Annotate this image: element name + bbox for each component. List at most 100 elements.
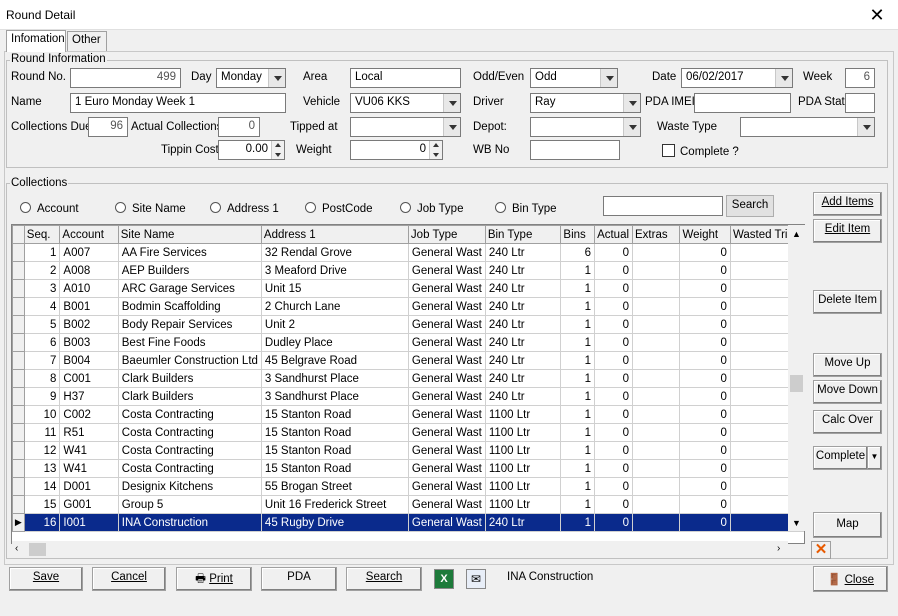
table-cell[interactable]: General Wast <box>407 315 486 334</box>
table-row[interactable]: ▶ 16 I001 INA Construction 45 Rugby Drive Gen… <box>12 513 804 532</box>
radio-address-1[interactable]: Address 1 <box>210 202 279 215</box>
table-cell[interactable]: 5 <box>23 315 61 334</box>
table-cell[interactable]: B003 <box>59 333 119 352</box>
table-cell[interactable]: Unit 2 <box>260 315 409 334</box>
table-cell[interactable]: 10 <box>23 405 61 424</box>
table-cell[interactable]: 1100 Ltr <box>484 459 562 478</box>
column-header[interactable]: Bins <box>560 225 596 244</box>
table-cell[interactable]: 45 Rugby Drive <box>260 513 409 532</box>
odd-even-select[interactable]: Odd <box>530 68 618 88</box>
radio-postcode[interactable]: PostCode <box>305 202 373 215</box>
radio-job-type[interactable]: Job Type <box>400 202 463 215</box>
spinner-arrows-icon[interactable] <box>271 141 284 159</box>
table-cell[interactable]: 0 <box>594 333 633 352</box>
table-cell[interactable] <box>729 297 798 316</box>
scroll-up-icon[interactable]: ▲ <box>792 229 801 239</box>
table-cell[interactable]: 0 <box>594 459 633 478</box>
chevron-down-icon[interactable] <box>268 69 285 87</box>
table-cell[interactable]: General Wast <box>407 351 486 370</box>
table-cell[interactable]: 240 Ltr <box>484 513 562 532</box>
close-button[interactable]: 🚪 Close <box>813 566 888 592</box>
table-cell[interactable] <box>729 477 798 496</box>
radio-icon[interactable] <box>400 202 411 213</box>
table-cell[interactable]: 1 <box>560 351 596 370</box>
table-cell[interactable]: C001 <box>59 369 119 388</box>
table-cell[interactable]: 240 Ltr <box>484 351 562 370</box>
table-cell[interactable]: Costa Contracting <box>117 459 262 478</box>
table-cell[interactable] <box>729 315 798 334</box>
column-header[interactable]: Site Name <box>117 225 262 244</box>
table-cell[interactable]: 12 <box>23 441 61 460</box>
table-cell[interactable]: General Wast <box>407 297 486 316</box>
table-cell[interactable]: 0 <box>679 441 731 460</box>
radio-icon[interactable] <box>495 202 506 213</box>
waste-type-select[interactable] <box>740 117 875 137</box>
table-cell[interactable] <box>729 495 798 514</box>
table-cell[interactable]: Bodmin Scaffolding <box>117 297 262 316</box>
row-indicator[interactable] <box>12 243 25 262</box>
table-cell[interactable] <box>729 351 798 370</box>
table-cell[interactable]: H37 <box>59 387 119 406</box>
collections-search-button[interactable]: Search <box>726 195 774 217</box>
table-cell[interactable]: 240 Ltr <box>484 261 562 280</box>
table-cell[interactable]: Baeumler Construction Ltd <box>117 351 262 370</box>
table-cell[interactable] <box>631 351 681 370</box>
column-header[interactable]: Address 1 <box>260 225 409 244</box>
table-cell[interactable]: W41 <box>59 459 119 478</box>
table-cell[interactable] <box>729 333 798 352</box>
table-row[interactable]: 15 G001 Group 5 Unit 16 Frederick Street Gen… <box>12 495 804 514</box>
table-cell[interactable] <box>631 297 681 316</box>
table-cell[interactable]: INA Construction <box>117 513 262 532</box>
table-row[interactable]: 9 H37 Clark Builders 3 Sandhurst Place Gener… <box>12 387 804 406</box>
collections-search-input[interactable] <box>603 196 723 216</box>
table-cell[interactable]: B002 <box>59 315 119 334</box>
table-cell[interactable]: 0 <box>679 405 731 424</box>
collections-due-field[interactable]: 96 <box>88 117 128 137</box>
date-picker[interactable]: 06/02/2017 <box>681 68 793 88</box>
print-button[interactable]: 🖶 Print <box>176 567 252 591</box>
table-cell[interactable] <box>729 279 798 298</box>
table-cell[interactable]: 4 <box>23 297 61 316</box>
table-cell[interactable] <box>631 387 681 406</box>
table-cell[interactable]: 240 Ltr <box>484 387 562 406</box>
table-cell[interactable]: B004 <box>59 351 119 370</box>
column-header[interactable]: Job Type <box>407 225 486 244</box>
table-cell[interactable] <box>729 243 798 262</box>
table-cell[interactable]: 1 <box>560 459 596 478</box>
table-cell[interactable]: General Wast <box>407 261 486 280</box>
table-cell[interactable]: 0 <box>594 423 633 442</box>
radio-icon[interactable] <box>305 202 316 213</box>
table-cell[interactable]: Unit 15 <box>260 279 409 298</box>
table-cell[interactable]: General Wast <box>407 459 486 478</box>
table-cell[interactable]: 0 <box>594 477 633 496</box>
table-cell[interactable]: 0 <box>594 315 633 334</box>
table-cell[interactable]: 1 <box>560 495 596 514</box>
complete-dropdown-button[interactable]: ▼ <box>867 446 882 470</box>
table-cell[interactable]: A010 <box>59 279 119 298</box>
table-cell[interactable]: 15 Stanton Road <box>260 441 409 460</box>
table-cell[interactable] <box>631 495 681 514</box>
table-cell[interactable]: 14 <box>23 477 61 496</box>
table-cell[interactable]: 3 Sandhurst Place <box>260 369 409 388</box>
table-cell[interactable] <box>729 405 798 424</box>
table-cell[interactable]: General Wast <box>407 387 486 406</box>
chevron-down-icon[interactable] <box>443 118 460 136</box>
table-cell[interactable]: General Wast <box>407 441 486 460</box>
search-button[interactable]: Search <box>346 567 422 591</box>
tab-other[interactable]: Other <box>67 31 107 51</box>
scroll-down-icon[interactable]: ▼ <box>792 518 801 528</box>
table-row[interactable]: 13 W41 Costa Contracting 15 Stanton Road Gen… <box>12 459 804 478</box>
table-cell[interactable]: R51 <box>59 423 119 442</box>
delete-item-button[interactable]: Delete Item <box>813 290 882 314</box>
table-row[interactable]: 6 B003 Best Fine Foods Dudley Place General … <box>12 333 804 352</box>
table-cell[interactable]: 6 <box>23 333 61 352</box>
move-down-button[interactable]: Move Down <box>813 380 882 404</box>
table-cell[interactable]: 32 Rendal Grove <box>260 243 409 262</box>
table-row[interactable]: 5 B002 Body Repair Services Unit 2 General W… <box>12 315 804 334</box>
table-row[interactable]: 1 A007 AA Fire Services 32 Rendal Grove Gene… <box>12 243 804 262</box>
save-button[interactable]: Save <box>9 567 83 591</box>
depot-select[interactable] <box>530 117 641 137</box>
tab-information[interactable]: Infomation <box>6 30 66 52</box>
table-row[interactable]: 4 B001 Bodmin Scaffolding 2 Church Lane Gene… <box>12 297 804 316</box>
area-field[interactable]: Local <box>350 68 461 88</box>
